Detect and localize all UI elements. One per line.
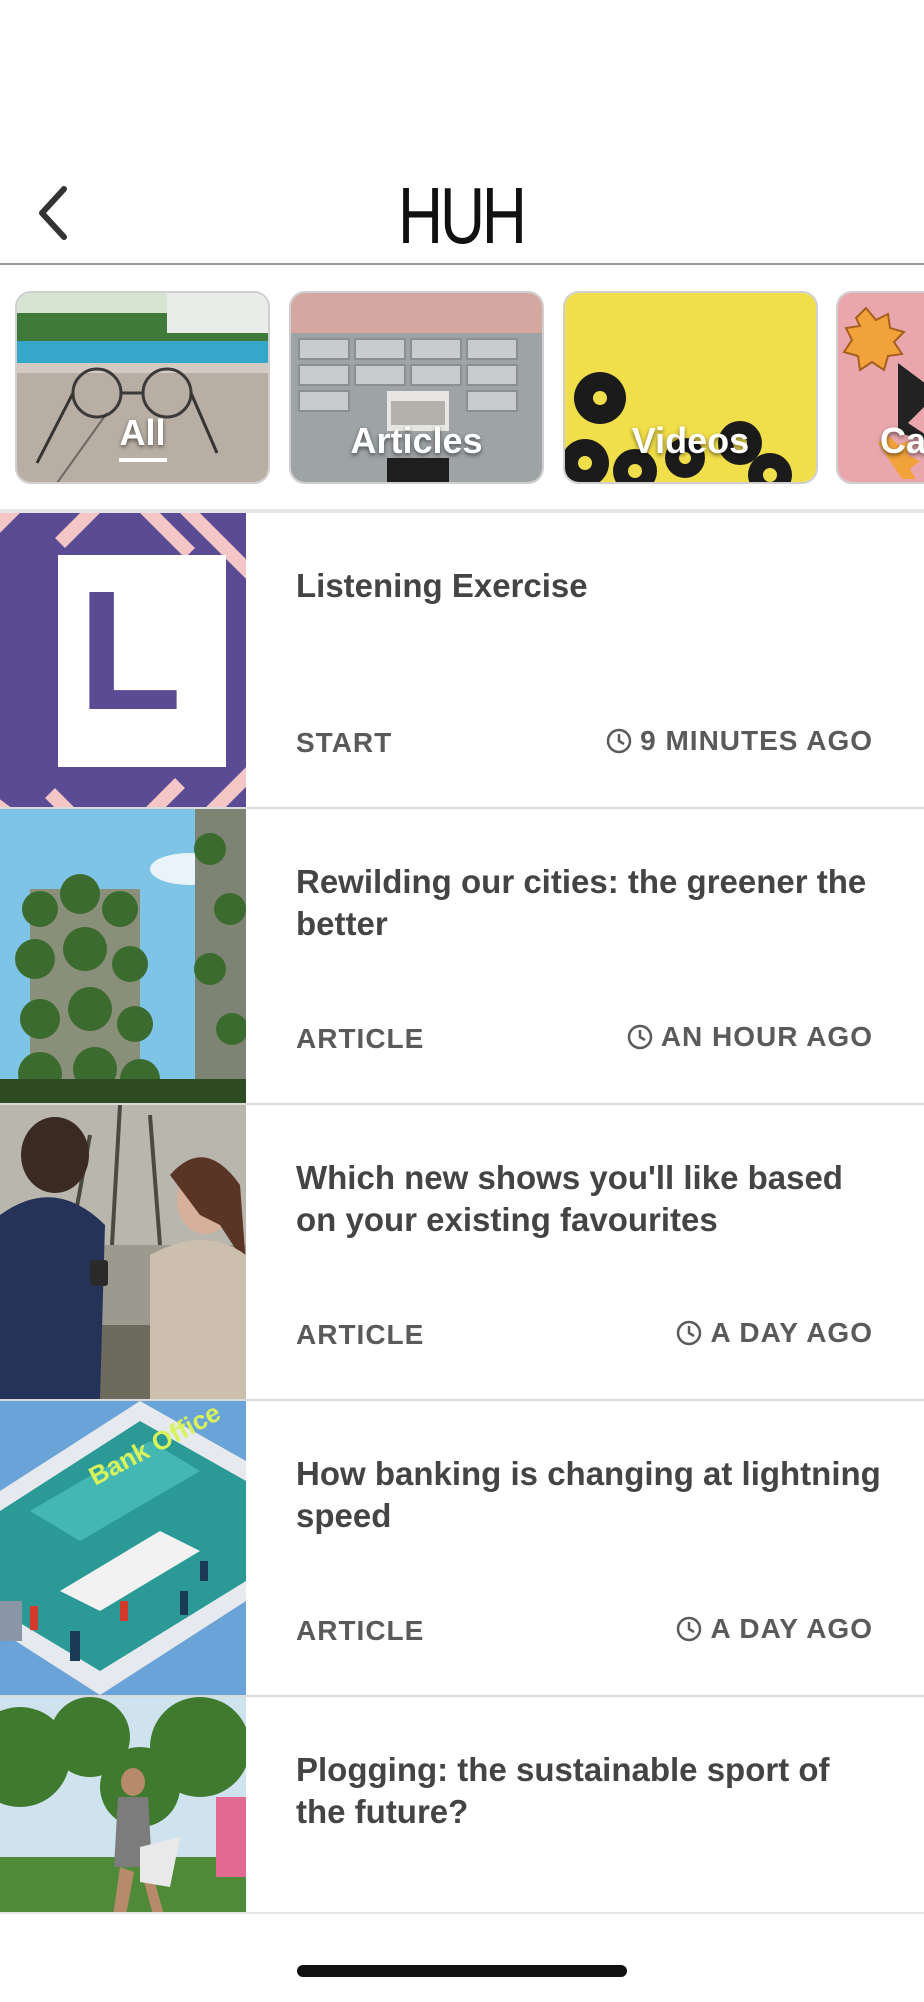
- category-carousel[interactable]: All Articles Videos Ca: [0, 265, 924, 513]
- feed-thumbnail: L: [0, 513, 246, 807]
- feed-item[interactable]: Rewilding our cities: the greener the be…: [0, 809, 924, 1105]
- feed-item-time-label: A DAY AGO: [710, 1613, 873, 1644]
- category-label: Ca: [880, 420, 924, 461]
- feed-item-time-label: A DAY AGO: [710, 1317, 873, 1348]
- feed-item[interactable]: Bank Office How banking is changing at l…: [0, 1401, 924, 1697]
- feed-item-time: 9 MINUTES AGO: [606, 725, 873, 757]
- app-header: HUH: [0, 0, 924, 265]
- clock-icon: [677, 1616, 702, 1642]
- back-button[interactable]: [34, 183, 74, 243]
- category-articles[interactable]: Articles: [289, 291, 544, 484]
- content-feed: L Listening Exercise START 9 MINUTES AGO: [0, 513, 924, 1993]
- feed-item-title: How banking is changing at lightning spe…: [296, 1455, 881, 1534]
- category-label: All: [17, 412, 268, 462]
- feed-thumbnail: [0, 809, 246, 1103]
- category-label: Videos: [631, 420, 750, 461]
- feed-item[interactable]: L Listening Exercise START 9 MINUTES AGO: [0, 513, 924, 809]
- category-label: Articles: [350, 420, 483, 461]
- app-logo: HUH: [398, 171, 527, 260]
- category-videos[interactable]: Videos: [563, 291, 818, 484]
- feed-item-time-label: AN HOUR AGO: [660, 1021, 873, 1052]
- home-indicator[interactable]: [297, 1965, 627, 1977]
- feed-item-type: ARTICLE: [296, 1319, 425, 1350]
- feed-item-title: Which new shows you'll like based on you…: [296, 1159, 843, 1238]
- listening-letter: L: [78, 556, 182, 746]
- feed-item-title: Rewilding our cities: the greener the be…: [296, 863, 867, 942]
- feed-item-time-label: 9 MINUTES AGO: [640, 725, 873, 756]
- feed-item-time: A DAY AGO: [676, 1317, 873, 1349]
- feed-item-type: START: [296, 727, 393, 758]
- category-all[interactable]: All: [15, 291, 270, 484]
- feed-item-time: AN HOUR AGO: [627, 1021, 873, 1053]
- feed-item-title: Listening Exercise: [296, 567, 588, 604]
- chevron-left-icon: [39, 186, 67, 240]
- category-partial[interactable]: Ca: [836, 291, 924, 484]
- clock-icon: [627, 1024, 653, 1050]
- clock-icon: [606, 728, 632, 754]
- feed-thumbnail: [0, 1105, 246, 1399]
- feed-item-type: ARTICLE: [296, 1023, 425, 1054]
- feed-item-title: Plogging: the sustainable sport of the f…: [296, 1751, 830, 1830]
- bottom-bar: [0, 1912, 924, 2002]
- feed-item-time: A DAY AGO: [676, 1613, 873, 1645]
- feed-item[interactable]: Which new shows you'll like based on you…: [0, 1105, 924, 1401]
- feed-item-type: ARTICLE: [296, 1615, 425, 1646]
- feed-thumbnail: Bank Office: [0, 1401, 246, 1695]
- clock-icon: [677, 1320, 702, 1346]
